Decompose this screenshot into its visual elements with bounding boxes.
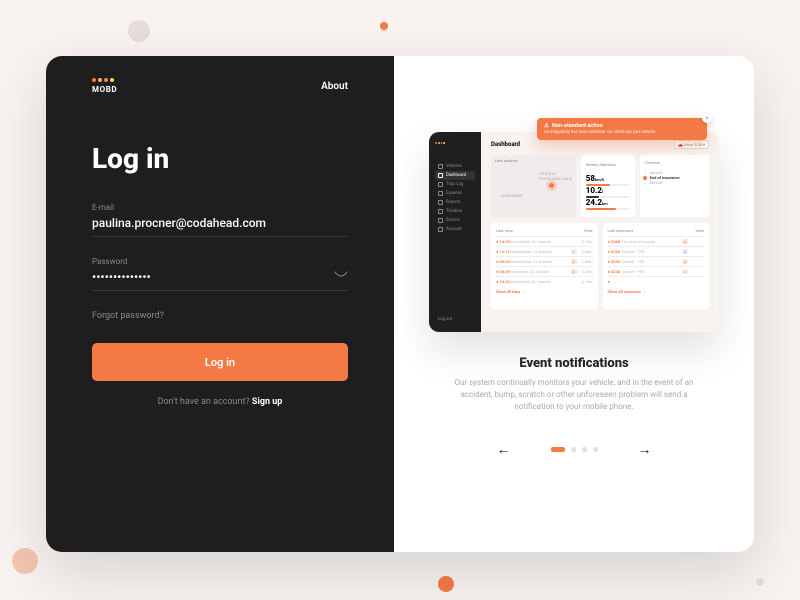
app-card: MOBD About Log in E-mail paulina.procner… <box>46 56 754 552</box>
decor-dot <box>380 22 388 30</box>
login-heading: Log in <box>92 142 348 175</box>
preview-timeline-tile: Timeline ServiceEnd of insuranceService <box>640 155 709 217</box>
promo-title: Event notifications <box>519 356 628 371</box>
preview-side-item: Expense <box>435 189 475 198</box>
signup-link[interactable]: Sign up <box>252 397 282 407</box>
preview-map-tile: Last position OSIEDLE PODWAWELSKIE LUDWI… <box>491 155 576 217</box>
email-label: E-mail <box>92 203 348 212</box>
signup-prompt: Don't have an account? <box>158 397 252 407</box>
pager-dot[interactable] <box>593 447 598 452</box>
signup-row: Don't have an account? Sign up <box>92 397 348 407</box>
preview-side-item: Reports <box>435 198 475 207</box>
preview-sidebar: VehiclesDashboardTrips LogExpenseReports… <box>429 132 481 332</box>
preview-side-item: Service <box>435 216 475 225</box>
next-arrow[interactable]: → <box>638 441 652 458</box>
dashboard-preview: VehiclesDashboardTrips LogExpenseReports… <box>429 132 719 332</box>
preview-filter: 🚗 Bmw 328i ▾ <box>674 140 709 149</box>
preview-expenses-tile: Last expensesView ● $268Tire and oil cha… <box>603 223 710 309</box>
prev-arrow[interactable]: ← <box>497 441 511 458</box>
password-field[interactable]: Password •••••••••••••• <box>92 257 348 291</box>
forgot-password-link[interactable]: Forgot password? <box>92 311 348 321</box>
email-value[interactable]: paulina.procner@codahead.com <box>92 216 348 230</box>
preview-side-item: Dashboard <box>435 171 475 180</box>
preview-side-item: Trips Log <box>435 180 475 189</box>
brand-logo[interactable]: MOBD <box>92 78 117 94</box>
carousel-pager: ← → <box>424 441 724 458</box>
preview-side-item: Account <box>435 225 475 234</box>
email-field[interactable]: E-mail paulina.procner@codahead.com <box>92 203 348 237</box>
close-icon[interactable]: × <box>702 113 712 123</box>
decor-dot <box>756 578 764 586</box>
password-value[interactable]: •••••••••••••• <box>92 270 348 284</box>
pager-dot[interactable] <box>582 447 587 452</box>
preview-title: Dashboard <box>491 141 520 148</box>
map-pin-icon <box>549 183 554 188</box>
preview-stats-tile: Weekly Statistics 58km/h10.2l24.2km <box>581 155 635 217</box>
preview-trips-tile: Last tripsView ● 14:23Szlachecka 32, Kra… <box>491 223 598 309</box>
notification-toast: ⚠Non-standard action An irregularity has… <box>537 118 707 140</box>
password-label: Password <box>92 257 348 266</box>
decor-dot <box>12 548 38 574</box>
about-link[interactable]: About <box>321 81 348 92</box>
preview-logout: Log out <box>435 317 475 322</box>
pager-dots[interactable] <box>551 447 598 452</box>
pager-dot[interactable] <box>551 447 565 452</box>
show-password-icon[interactable] <box>334 271 348 282</box>
decor-dot <box>128 20 150 42</box>
pager-dot[interactable] <box>571 447 576 452</box>
preview-side-item: Vehicles <box>435 162 475 171</box>
decor-dot <box>438 576 454 592</box>
preview-side-item: Timeline <box>435 207 475 216</box>
login-button[interactable]: Log in <box>92 343 348 381</box>
login-panel: MOBD About Log in E-mail paulina.procner… <box>46 56 394 552</box>
promo-subtitle: Our system continually monitors your veh… <box>444 377 704 413</box>
warning-icon: ⚠ <box>544 123 549 129</box>
promo-panel: VehiclesDashboardTrips LogExpenseReports… <box>394 56 754 552</box>
brand-name: MOBD <box>92 85 117 94</box>
